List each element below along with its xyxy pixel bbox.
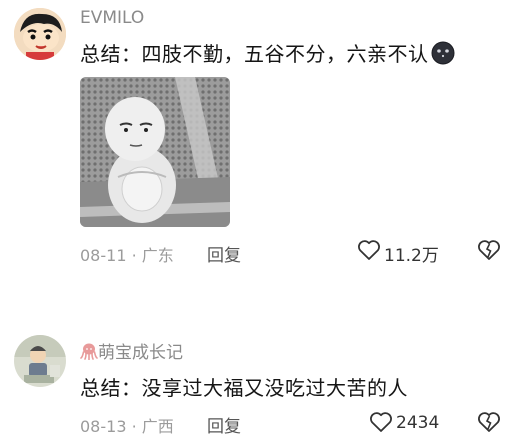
username-text[interactable]: 萌宝成长记 [98,343,183,363]
broken-heart-icon[interactable] [477,411,501,437]
comment-text: 总结：四肢不勤，五谷不分，六亲不认 [80,38,455,70]
username[interactable]: EVMILO [80,8,144,28]
comment-meta: 08-13 · 广西 [80,413,174,437]
comment-date: 08-11 [80,246,127,265]
meta-separator: · [126,246,142,265]
comment-meta: 08-11 · 广东 [80,242,174,266]
octopus-icon [80,342,98,365]
reply-button[interactable]: 回复 [207,241,241,266]
like-heart-icon[interactable] [357,239,381,265]
avatar[interactable] [14,8,66,60]
sticker-image[interactable] [80,77,230,227]
comment-text: 总结：没享过大福又没吃过大苦的人 [80,376,408,400]
avatar[interactable] [14,335,66,387]
like-heart-icon[interactable] [369,411,393,437]
dark-face-emoji-icon [431,41,455,70]
like-count: 2434 [396,413,440,433]
comment-location: 广东 [141,246,174,265]
like-count: 11.2万 [384,246,439,266]
comment-date: 08-13 [80,417,127,436]
comment-text-content: 总结：四肢不勤，五谷不分，六亲不认 [80,42,429,66]
reply-button[interactable]: 回复 [207,412,241,437]
username[interactable]: 萌宝成长记 [80,338,183,365]
broken-heart-icon[interactable] [477,239,501,265]
comment-location: 广西 [141,417,174,436]
meta-separator: · [126,417,142,436]
